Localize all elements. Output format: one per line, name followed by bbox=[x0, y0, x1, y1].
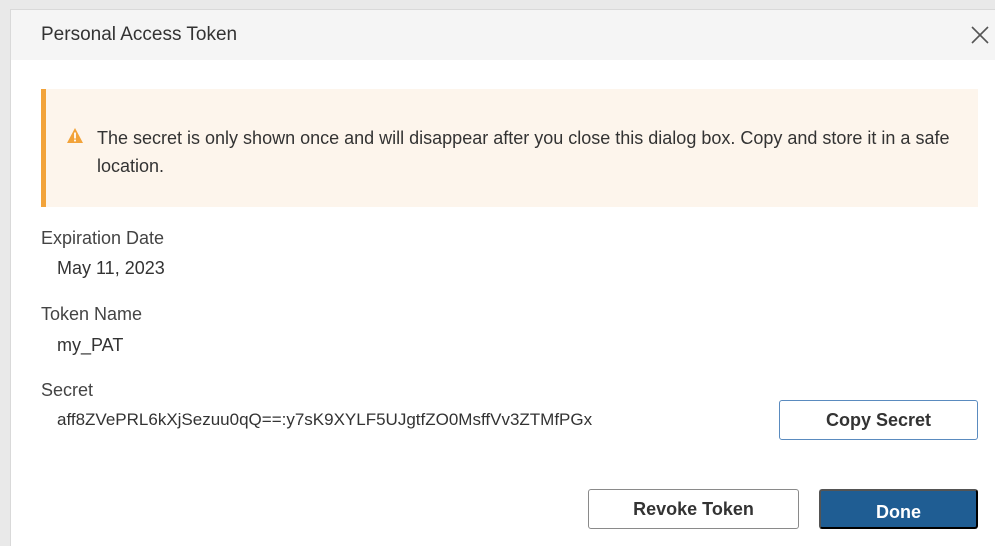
secret-value[interactable]: aff8ZVePRL6kXjSezuu0qQ==:y7sK9XYLF5UJgtf… bbox=[57, 410, 592, 430]
dialog-header: Personal Access Token bbox=[11, 10, 995, 60]
alert-message: The secret is only shown once and will d… bbox=[97, 128, 950, 176]
dialog-title: Personal Access Token bbox=[41, 24, 238, 45]
expiration-date-value: May 11, 2023 bbox=[57, 258, 165, 278]
secret-label: Secret bbox=[41, 380, 94, 400]
personal-access-token-dialog: Personal Access Token The secret is only… bbox=[10, 9, 995, 546]
revoke-token-button[interactable]: Revoke Token bbox=[588, 489, 799, 529]
warning-alert: The secret is only shown once and will d… bbox=[41, 89, 978, 207]
token-name-label: Token Name bbox=[41, 304, 143, 324]
warning-icon bbox=[66, 127, 84, 144]
expiration-date-label: Expiration Date bbox=[41, 228, 165, 248]
token-name-value: my_PAT bbox=[57, 335, 124, 355]
done-button[interactable]: Done bbox=[819, 489, 978, 529]
copy-secret-button[interactable]: Copy Secret bbox=[779, 400, 978, 440]
close-icon[interactable] bbox=[967, 22, 993, 48]
